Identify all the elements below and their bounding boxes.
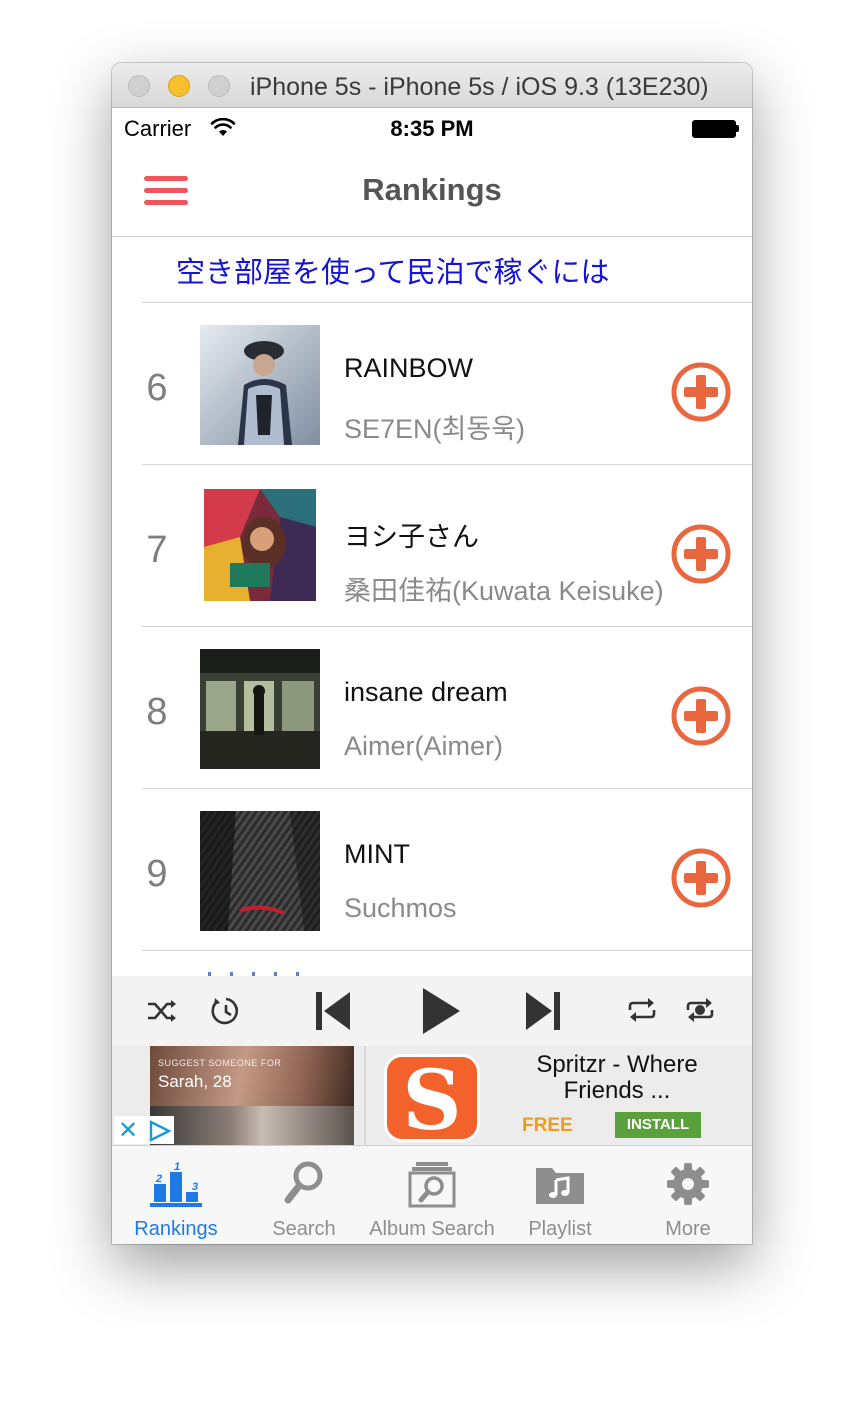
playlist-folder-icon [536, 1168, 584, 1204]
tab-playlist[interactable]: Playlist [496, 1146, 624, 1244]
play-icon[interactable] [420, 986, 462, 1036]
ad-price: FREE [522, 1115, 573, 1136]
ad-choices[interactable]: ✕ [114, 1116, 174, 1144]
add-to-playlist-button[interactable] [670, 847, 732, 909]
simulator-window: iPhone 5s - iPhone 5s / iOS 9.3 (13E230)… [112, 63, 752, 1244]
add-to-playlist-button[interactable] [670, 523, 732, 585]
track-title: RAINBOW [344, 353, 474, 383]
sleep-timer-icon[interactable] [210, 995, 242, 1027]
repeat-icon[interactable] [626, 996, 658, 1024]
ad-close-icon[interactable]: ✕ [118, 1116, 138, 1145]
page-title: Rankings [362, 172, 502, 207]
ranking-row[interactable]: 9 MINT Suchmos [112, 789, 752, 951]
tab-search[interactable]: Search [240, 1146, 368, 1244]
svg-text:2: 2 [155, 1173, 162, 1185]
add-to-playlist-button[interactable] [670, 685, 732, 747]
adchoices-icon[interactable] [148, 1120, 172, 1142]
tab-rankings[interactable]: 1 2 3 Rankings [112, 1146, 240, 1244]
ad-image: SUGGEST SOMEONE FOR Sarah, 28 [150, 1046, 354, 1145]
window-title: iPhone 5s - iPhone 5s / iOS 9.3 (13E230) [250, 73, 709, 101]
album-art [200, 649, 320, 769]
window-zoom-button[interactable] [208, 75, 230, 97]
svg-text:3: 3 [192, 1181, 198, 1193]
track-title: MINT [344, 839, 410, 869]
tab-label: More [665, 1218, 711, 1240]
tab-label: Playlist [528, 1218, 592, 1240]
ad-suggest-text: SUGGEST SOMEONE FOR [158, 1058, 282, 1068]
rank-number: 8 [146, 691, 168, 733]
track-artist: Suchmos [344, 893, 457, 923]
album-art [200, 811, 320, 931]
window-close-button[interactable] [128, 75, 150, 97]
window-minimize-button[interactable] [168, 75, 190, 97]
add-to-playlist-button[interactable] [670, 361, 732, 423]
tab-bar: 1 2 3 Rankings Search Album Search Playl… [112, 1145, 752, 1244]
svg-text:1: 1 [174, 1161, 180, 1173]
ad-install-button[interactable]: INSTALL [615, 1112, 701, 1138]
ranking-row[interactable]: 7 ヨシ子さん 桑田佳祐(Kuwata Keisuke) [112, 465, 752, 627]
navigation-bar: Rankings [112, 148, 752, 237]
gear-icon [667, 1163, 709, 1205]
ad-app-icon[interactable]: S [384, 1054, 480, 1142]
battery-icon [692, 120, 740, 138]
tab-album-search[interactable]: Album Search [368, 1146, 496, 1244]
next-track-icon[interactable] [524, 990, 562, 1032]
ranking-row[interactable]: 8 insane dream Aimer(Aimer) [112, 627, 752, 789]
track-artist: SE7EN(최동욱) [344, 414, 526, 444]
album-search-icon [408, 1162, 456, 1208]
track-title: ヨシ子さん [344, 522, 479, 552]
previous-track-icon[interactable] [314, 990, 352, 1032]
rank-number: 9 [146, 853, 168, 895]
ranking-row[interactable]: 6 RAINBOW SE7EN(최동욱) [112, 303, 752, 465]
ad-divider [364, 1046, 366, 1145]
player-controls [112, 976, 752, 1046]
repeat-one-icon[interactable] [684, 996, 716, 1024]
album-art [200, 325, 320, 445]
rank-number: 6 [146, 367, 168, 409]
ad-profile-text: Sarah, 28 [158, 1072, 232, 1091]
status-time: 8:35 PM [390, 116, 474, 141]
rank-number: 7 [146, 529, 168, 571]
shuffle-icon[interactable] [146, 998, 178, 1024]
ad-app-title[interactable]: Spritzr - Where Friends ... [496, 1052, 738, 1104]
promo-link[interactable]: 空き部屋を使って民泊で稼ぐには [176, 249, 610, 291]
rankings-list[interactable]: 6 RAINBOW SE7EN(최동욱) 7 ヨシ子さん 桑田佳祐(Kuwata… [112, 303, 752, 975]
tab-label: Rankings [134, 1218, 218, 1240]
track-title: insane dream [344, 677, 508, 707]
status-bar: Carrier 8:35 PM [112, 108, 752, 148]
ad-banner[interactable]: SUGGEST SOMEONE FOR Sarah, 28 ✕ S Spritz… [112, 1046, 752, 1145]
tab-label: Search [272, 1218, 336, 1240]
album-art [200, 487, 320, 607]
tab-label: Album Search [369, 1218, 495, 1240]
track-artist: 桑田佳祐(Kuwata Keisuke) [344, 576, 664, 606]
window-titlebar: iPhone 5s - iPhone 5s / iOS 9.3 (13E230) [112, 63, 752, 108]
search-icon [284, 1161, 323, 1204]
tab-more[interactable]: More [624, 1146, 752, 1244]
rankings-podium-icon: 1 2 3 [150, 1161, 202, 1207]
track-artist: Aimer(Aimer) [344, 731, 503, 761]
